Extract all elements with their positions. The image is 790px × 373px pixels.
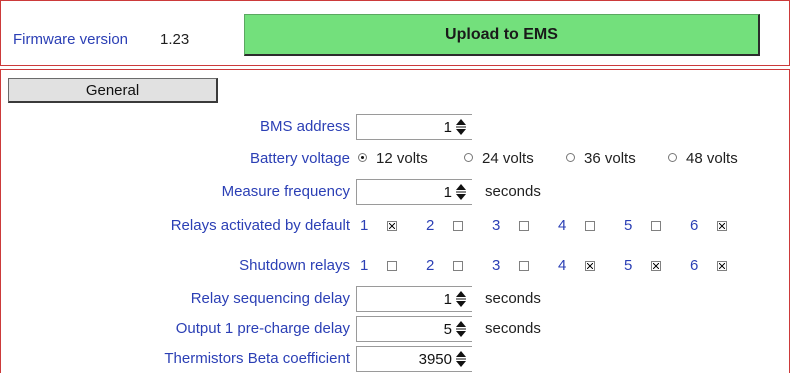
shutdown-relay-checkbox-6[interactable]	[717, 261, 727, 271]
relay-default-checkbox-1[interactable]	[387, 221, 397, 231]
shutdown-relay-checkbox-1[interactable]	[387, 261, 397, 271]
radio-icon	[566, 153, 575, 162]
measure-frequency-unit: seconds	[485, 183, 541, 200]
relay-default-num-2: 2	[426, 217, 435, 234]
bms-address-value: 1	[443, 119, 452, 136]
relay-default-checkbox-6[interactable]	[717, 221, 727, 231]
shutdown-relay-checkbox-2[interactable]	[453, 261, 463, 271]
relay-default-num-5: 5	[624, 217, 633, 234]
relay-default-num-6: 6	[690, 217, 699, 234]
spin-arrows-icon[interactable]	[455, 290, 467, 308]
spin-arrows-icon[interactable]	[455, 118, 467, 136]
relay-default-checkbox-4[interactable]	[585, 221, 595, 231]
radio-selected-icon	[358, 153, 367, 162]
upload-to-ems-button[interactable]: Upload to EMS	[244, 14, 760, 56]
voltage-option-label: 48 volts	[686, 150, 738, 167]
shutdown-relay-num-2: 2	[426, 257, 435, 274]
spin-arrows-icon[interactable]	[455, 320, 467, 338]
relay-default-checkbox-5[interactable]	[651, 221, 661, 231]
shutdown-relays-label: Shutdown relays	[239, 257, 350, 274]
measure-frequency-spinner[interactable]: 1	[356, 179, 472, 205]
shutdown-relay-num-1: 1	[360, 257, 369, 274]
shutdown-relay-num-4: 4	[558, 257, 567, 274]
shutdown-relay-checkbox-4[interactable]	[585, 261, 595, 271]
precharge-delay-value: 5	[443, 321, 452, 338]
bms-address-spinner[interactable]: 1	[356, 114, 472, 140]
measure-frequency-label: Measure frequency	[221, 183, 350, 200]
relay-seq-delay-unit: seconds	[485, 290, 541, 307]
relay-seq-delay-spinner[interactable]: 1	[356, 286, 472, 312]
shutdown-relay-checkbox-3[interactable]	[519, 261, 529, 271]
thermistor-beta-value: 3950	[418, 351, 452, 368]
relay-seq-delay-label: Relay sequencing delay	[190, 290, 350, 307]
voltage-radio-48[interactable]: 48 volts	[668, 150, 738, 167]
measure-frequency-value: 1	[443, 184, 452, 201]
spin-arrows-icon[interactable]	[455, 350, 467, 368]
relay-seq-delay-value: 1	[443, 291, 452, 308]
precharge-delay-unit: seconds	[485, 320, 541, 337]
tab-general[interactable]: General	[8, 78, 218, 103]
relay-default-checkbox-3[interactable]	[519, 221, 529, 231]
bms-address-label: BMS address	[259, 118, 350, 135]
precharge-delay-label: Output 1 pre-charge delay	[175, 320, 350, 337]
firmware-version-value: 1.23	[160, 31, 190, 48]
shutdown-relay-num-5: 5	[624, 257, 633, 274]
shutdown-relay-num-3: 3	[492, 257, 501, 274]
relay-default-num-3: 3	[492, 217, 501, 234]
relay-default-checkbox-2[interactable]	[453, 221, 463, 231]
voltage-option-label: 36 volts	[584, 150, 636, 167]
radio-icon	[464, 153, 473, 162]
spin-arrows-icon[interactable]	[455, 183, 467, 201]
relay-default-num-4: 4	[558, 217, 567, 234]
battery-voltage-label: Battery voltage	[249, 150, 350, 167]
thermistor-beta-label: Thermistors Beta coefficient	[164, 350, 350, 367]
voltage-option-label: 24 volts	[482, 150, 534, 167]
precharge-delay-spinner[interactable]: 5	[356, 316, 472, 342]
voltage-radio-12[interactable]: 12 volts	[358, 150, 428, 167]
header-bar: Firmware version 1.23 Upload to EMS	[0, 0, 790, 66]
radio-icon	[668, 153, 677, 162]
thermistor-beta-spinner[interactable]: 3950	[356, 346, 472, 372]
relay-default-num-1: 1	[360, 217, 369, 234]
relays-default-label: Relays activated by default	[170, 217, 350, 234]
voltage-radio-24[interactable]: 24 volts	[464, 150, 534, 167]
voltage-option-label: 12 volts	[376, 150, 428, 167]
voltage-radio-36[interactable]: 36 volts	[566, 150, 636, 167]
firmware-version-label: Firmware version	[13, 31, 129, 48]
shutdown-relay-checkbox-5[interactable]	[651, 261, 661, 271]
shutdown-relay-num-6: 6	[690, 257, 699, 274]
